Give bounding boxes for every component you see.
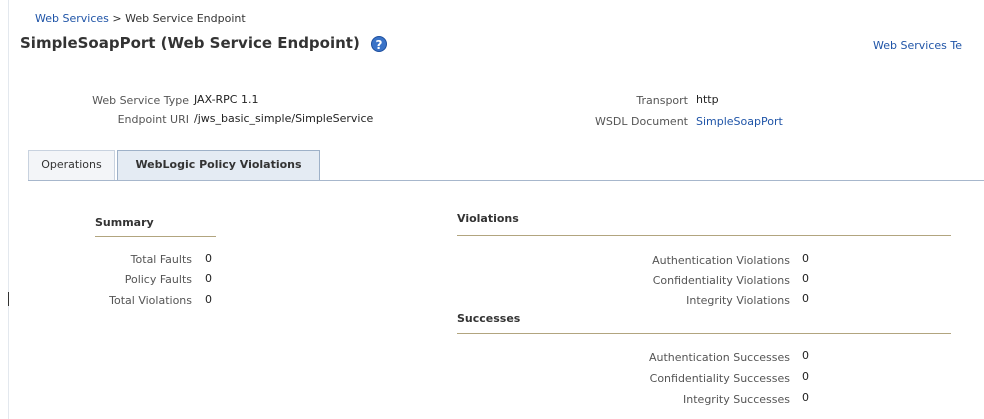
integrity-violations-value: 0 <box>802 292 809 305</box>
violations-divider <box>457 235 951 236</box>
endpoint-uri-value: /jws_basic_simple/SimpleService <box>194 112 374 125</box>
integrity-successes-label: Integrity Successes <box>683 393 790 406</box>
web-services-test-link[interactable]: Web Services Te <box>873 39 962 52</box>
policy-faults-label: Policy Faults <box>124 273 192 286</box>
breadcrumb-web-services-link[interactable]: Web Services <box>35 12 109 25</box>
policy-faults-value: 0 <box>205 272 212 285</box>
total-faults-value: 0 <box>205 252 212 265</box>
breadcrumb-separator: > <box>108 12 126 25</box>
service-type-value: JAX-RPC 1.1 <box>194 93 259 106</box>
confidentiality-successes-label: Confidentiality Successes <box>649 372 790 385</box>
transport-label: Transport <box>636 94 688 107</box>
summary-title: Summary <box>95 216 154 229</box>
help-icon[interactable]: ? <box>371 36 387 52</box>
violations-title: Violations <box>457 212 519 225</box>
page-title: SimpleSoapPort (Web Service Endpoint) <box>20 34 360 52</box>
breadcrumb: Web Services > Web Service Endpoint <box>35 12 246 25</box>
authentication-violations-label: Authentication Violations <box>652 254 790 267</box>
total-faults-label: Total Faults <box>130 253 192 266</box>
tab-weblogic-policy-violations[interactable]: WebLogic Policy Violations <box>117 150 320 181</box>
wsdl-document-label: WSDL Document <box>595 115 688 128</box>
total-violations-value: 0 <box>205 293 212 306</box>
tab-operations[interactable]: Operations <box>28 150 115 181</box>
confidentiality-violations-value: 0 <box>802 272 809 285</box>
authentication-violations-value: 0 <box>802 252 809 265</box>
successes-divider <box>457 333 951 334</box>
breadcrumb-current: Web Service Endpoint <box>125 12 246 25</box>
integrity-successes-value: 0 <box>802 391 809 404</box>
confidentiality-successes-value: 0 <box>802 370 809 383</box>
authentication-successes-value: 0 <box>802 349 809 362</box>
authentication-successes-label: Authentication Successes <box>648 351 790 364</box>
summary-divider <box>95 236 216 237</box>
confidentiality-violations-label: Confidentiality Violations <box>652 274 790 287</box>
total-violations-label: Total Violations <box>109 294 192 307</box>
successes-title: Successes <box>457 312 521 325</box>
left-frame-rule <box>8 0 9 419</box>
endpoint-uri-label: Endpoint URI <box>117 113 189 126</box>
splitter-handle[interactable] <box>8 292 9 306</box>
integrity-violations-label: Integrity Violations <box>686 294 790 307</box>
wsdl-document-link[interactable]: SimpleSoapPort <box>696 115 783 128</box>
service-type-label: Web Service Type <box>92 94 189 107</box>
transport-value: http <box>696 93 719 106</box>
